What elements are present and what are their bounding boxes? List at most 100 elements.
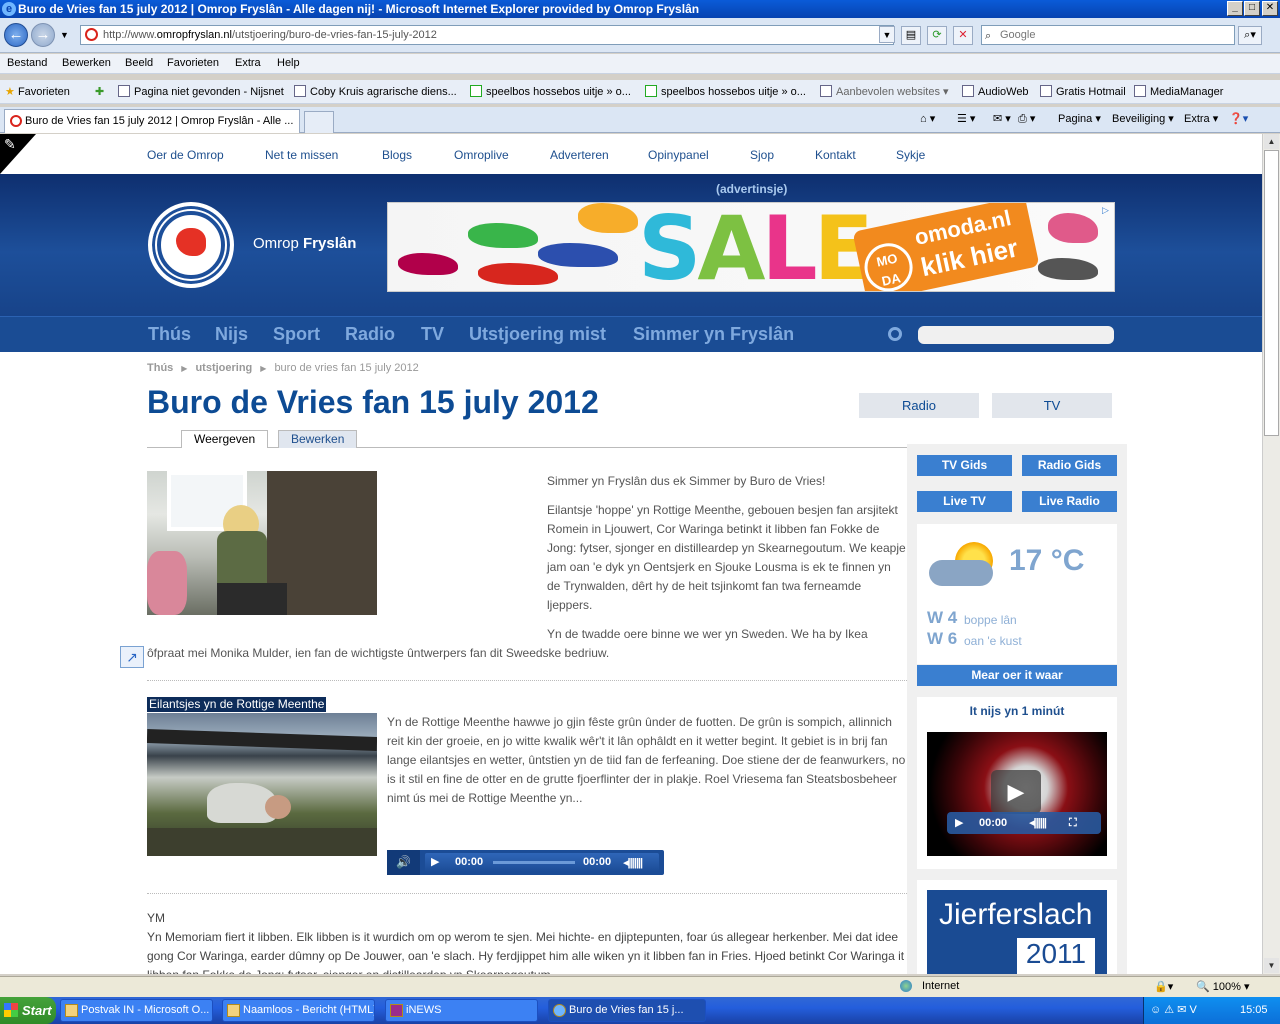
scroll-down-icon[interactable]: ▼: [1264, 958, 1279, 973]
protected-mode-icon[interactable]: 🔒▾: [1154, 980, 1173, 993]
maximize-button[interactable]: □: [1244, 1, 1260, 16]
favorites-button[interactable]: ★ Favorieten: [5, 85, 70, 98]
volume-slider[interactable]: ◂|||||||: [623, 856, 643, 869]
nav-sport[interactable]: Sport: [273, 324, 320, 345]
nav-nijs[interactable]: Nijs: [215, 324, 248, 345]
task-inews[interactable]: iNEWS: [385, 999, 538, 1022]
brand-name[interactable]: Omrop Fryslân: [253, 235, 356, 252]
live-radio-button[interactable]: Live Radio: [1022, 491, 1117, 512]
fav-item-3[interactable]: speelbos hossebos uitje » o...: [470, 85, 631, 98]
tv-button[interactable]: TV: [992, 393, 1112, 418]
topnav-oer-de-omrop[interactable]: Oer de Omrop: [147, 148, 224, 162]
fav-item-7[interactable]: Gratis Hotmail: [1040, 85, 1126, 98]
jierferslach-promo[interactable]: Jierferslach 2011: [927, 890, 1107, 974]
play-icon[interactable]: ▶: [431, 855, 439, 868]
fav-item-2[interactable]: Coby Kruis agrarische diens...: [294, 85, 457, 98]
search-icon[interactable]: [888, 327, 902, 341]
minimize-button[interactable]: _: [1227, 1, 1243, 16]
history-dropdown-icon[interactable]: ▼: [60, 30, 69, 40]
nav-thus[interactable]: Thús: [148, 324, 191, 345]
menu-help[interactable]: Help: [277, 57, 300, 69]
forward-arrow-icon[interactable]: →: [31, 23, 55, 47]
cmd-pagina[interactable]: Pagina ▾: [1058, 112, 1101, 125]
omrop-logo[interactable]: [148, 202, 234, 288]
topnav-omroplive[interactable]: Omroplive: [454, 148, 509, 162]
menu-bestand[interactable]: Bestand: [7, 57, 47, 69]
back-arrow-icon[interactable]: ←: [4, 23, 28, 47]
task-message[interactable]: Naamloos - Bericht (HTML): [222, 999, 375, 1022]
topnav-sjop[interactable]: Sjop: [750, 148, 774, 162]
add-favorite-icon[interactable]: ✚: [95, 85, 104, 98]
crumb-thus[interactable]: Thús: [147, 362, 173, 374]
menu-bewerken[interactable]: Bewerken: [62, 57, 111, 69]
topnav-adverteren[interactable]: Adverteren: [550, 148, 609, 162]
tab-weergeven[interactable]: Weergeven: [181, 430, 269, 448]
refresh-icon[interactable]: ⟳: [927, 26, 947, 45]
volume-icon[interactable]: 🔊: [387, 850, 420, 875]
search-input[interactable]: ⌕ Google: [981, 25, 1235, 45]
crumb-utstjoering[interactable]: utstjoering: [195, 362, 252, 374]
menu-beeld[interactable]: Beeld: [125, 57, 153, 69]
address-input[interactable]: http://www.omropfryslan.nl/utstjoering/b…: [80, 25, 894, 45]
home-icon[interactable]: ⌂ ▾: [920, 112, 935, 125]
fav-item-1[interactable]: Pagina niet gevonden - Nijsnet: [118, 85, 284, 98]
print-icon[interactable]: ⎙ ▾: [1018, 112, 1035, 126]
photo-woman-on-steps[interactable]: [147, 471, 377, 615]
compatibility-view-icon[interactable]: ▤: [901, 26, 921, 45]
more-weather-button[interactable]: Mear oer it waar: [917, 665, 1117, 686]
topnav-net-te-missen[interactable]: Net te missen: [265, 148, 338, 162]
omoda-badge[interactable]: MO DA omoda.nl klik hier: [852, 203, 1040, 291]
zoom-level[interactable]: 🔍 100% ▾: [1196, 980, 1249, 993]
tray-icons[interactable]: ☺ ⚠ ✉ V: [1150, 997, 1197, 1024]
fav-item-4[interactable]: speelbos hossebos uitje » o...: [645, 85, 806, 98]
nav-tv[interactable]: TV: [421, 324, 444, 345]
cmd-beveiliging[interactable]: Beveiliging ▾: [1112, 112, 1174, 125]
fav-item-8[interactable]: MediaManager: [1134, 85, 1223, 98]
start-button[interactable]: Start: [0, 997, 56, 1024]
tv-gids-button[interactable]: TV Gids: [917, 455, 1012, 476]
nav-simmer[interactable]: Simmer yn Fryslân: [633, 324, 794, 345]
topnav-blogs[interactable]: Blogs: [382, 148, 412, 162]
menu-favorieten[interactable]: Favorieten: [167, 57, 219, 69]
stop-icon[interactable]: ✕: [953, 26, 973, 45]
photo-man-under-boat[interactable]: [147, 713, 377, 856]
radio-button[interactable]: Radio: [859, 393, 979, 418]
fav-item-6[interactable]: AudioWeb: [962, 85, 1029, 98]
address-dropdown-icon[interactable]: ▼: [879, 26, 895, 43]
item-caption[interactable]: Eilantsjes yn de Rottige Meenthe: [147, 697, 327, 712]
sale-banner-ad[interactable]: SALE MO DA omoda.nl klik hier ▷: [387, 202, 1115, 292]
task-ie-active[interactable]: Buro de Vries fan 15 j...: [548, 999, 706, 1022]
fav-item-5[interactable]: Aanbevolen websites ▾: [820, 85, 949, 98]
topnav-opinypanel[interactable]: Opinypanel: [648, 148, 709, 162]
menu-extra[interactable]: Extra: [235, 57, 261, 69]
topnav-kontakt[interactable]: Kontakt: [815, 148, 856, 162]
mail-icon[interactable]: ✉ ▾: [993, 112, 1011, 125]
task-outlook[interactable]: Postvak IN - Microsoft O...: [60, 999, 213, 1022]
vertical-scrollbar[interactable]: ▲ ▼: [1262, 134, 1280, 974]
close-button[interactable]: ✕: [1262, 1, 1278, 16]
expand-arrow-icon[interactable]: ↗: [120, 646, 144, 668]
cmd-extra[interactable]: Extra ▾: [1184, 112, 1218, 125]
live-tv-button[interactable]: Live TV: [917, 491, 1012, 512]
search-go-icon[interactable]: ⌕▾: [1238, 26, 1262, 45]
play-icon[interactable]: ▶: [991, 770, 1041, 814]
adchoices-icon[interactable]: ▷: [1102, 205, 1109, 216]
nav-utstjoering-mist[interactable]: Utstjoering mist: [469, 324, 606, 345]
wrench-icon[interactable]: ✎: [4, 136, 16, 153]
news-video[interactable]: ▶ ▶ 00:00 ◂|||||| ⛶: [927, 732, 1107, 856]
nav-radio[interactable]: Radio: [345, 324, 395, 345]
seek-bar[interactable]: [493, 861, 575, 864]
tab-current[interactable]: Buro de Vries fan 15 july 2012 | Omrop F…: [4, 109, 300, 133]
new-tab-button[interactable]: [304, 111, 334, 133]
tab-bewerken[interactable]: Bewerken: [278, 430, 358, 448]
help-icon[interactable]: ❓▾: [1229, 112, 1248, 125]
scroll-thumb[interactable]: [1264, 150, 1279, 436]
video-volume[interactable]: ◂||||||: [1029, 812, 1047, 834]
radio-gids-button[interactable]: Radio Gids: [1022, 455, 1117, 476]
fullscreen-icon[interactable]: ⛶: [1069, 812, 1077, 834]
play-small-icon[interactable]: ▶: [955, 812, 963, 834]
site-search-input[interactable]: [918, 326, 1114, 344]
feeds-icon[interactable]: ☰ ▾: [957, 112, 975, 125]
topnav-sykje[interactable]: Sykje: [896, 148, 925, 162]
scroll-up-icon[interactable]: ▲: [1264, 134, 1279, 149]
